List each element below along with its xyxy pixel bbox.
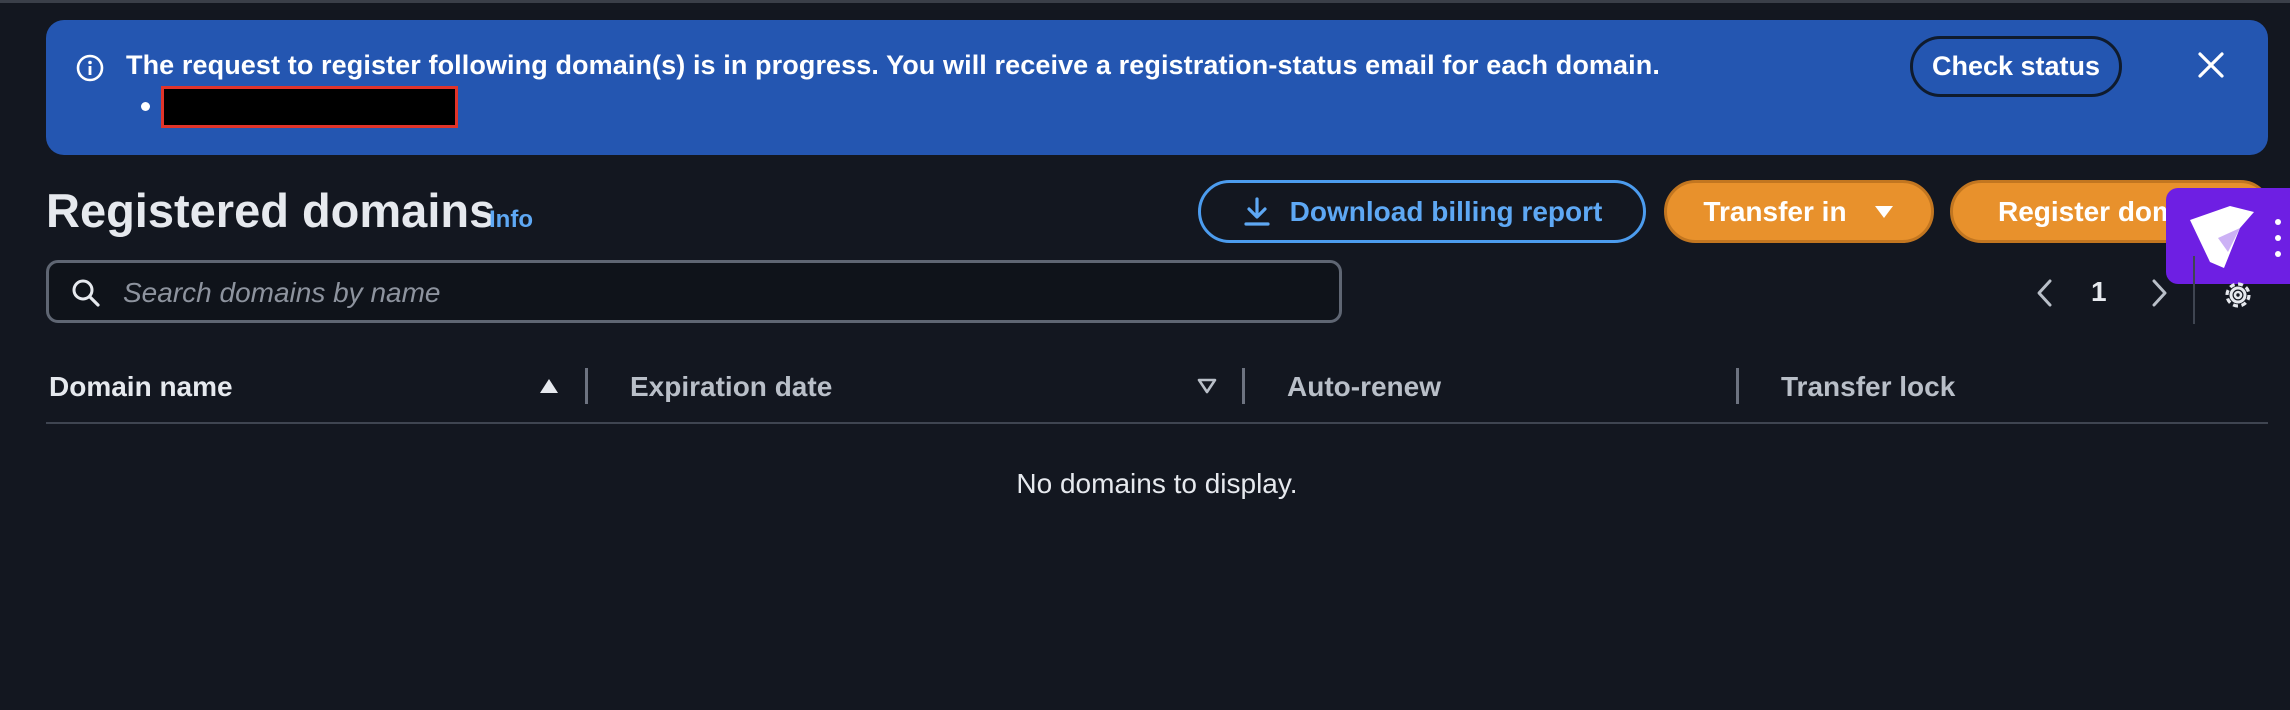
- table-header-divider: [46, 422, 2268, 424]
- redacted-domain: [161, 86, 458, 128]
- search-input[interactable]: [121, 271, 1305, 315]
- download-icon: [1244, 196, 1270, 226]
- sort-descending-icon[interactable]: [1196, 377, 1218, 395]
- registration-progress-flashbar: The request to register following domain…: [46, 20, 2268, 155]
- column-header-auto-renew[interactable]: Auto-renew: [1287, 371, 1441, 403]
- close-icon[interactable]: [2196, 50, 2226, 80]
- column-divider[interactable]: [585, 368, 588, 404]
- page-title: Registered domains: [46, 184, 496, 237]
- column-divider[interactable]: [1242, 368, 1245, 404]
- check-status-button[interactable]: Check status: [1910, 36, 2122, 97]
- download-billing-report-button[interactable]: Download billing report: [1198, 180, 1646, 243]
- previous-page-icon[interactable]: [2034, 278, 2056, 308]
- column-header-expiration-date[interactable]: Expiration date: [630, 371, 832, 403]
- info-link[interactable]: Info: [489, 206, 533, 234]
- column-header-transfer-lock[interactable]: Transfer lock: [1781, 371, 1955, 403]
- empty-table-message: No domains to display.: [1016, 468, 1298, 499]
- list-bullet: [141, 102, 150, 111]
- info-icon: [76, 54, 104, 82]
- download-billing-report-label: Download billing report: [1289, 195, 1603, 227]
- pagination-divider: [2193, 256, 2195, 324]
- caret-down-icon: [1874, 205, 1893, 218]
- transfer-in-label: Transfer in: [1703, 195, 1847, 227]
- column-header-domain-name[interactable]: Domain name: [49, 371, 233, 403]
- top-border: [0, 0, 2290, 3]
- sort-ascending-icon[interactable]: [538, 377, 560, 395]
- search-icon: [72, 279, 100, 307]
- flashbar-message: The request to register following domain…: [126, 50, 1660, 80]
- transfer-in-button[interactable]: Transfer in: [1664, 180, 1934, 243]
- column-divider[interactable]: [1736, 368, 1739, 404]
- search-field[interactable]: [46, 260, 1342, 323]
- current-page-number[interactable]: 1: [2091, 276, 2107, 308]
- shield-logo-icon: [2190, 206, 2254, 268]
- extension-widget[interactable]: [2166, 188, 2290, 284]
- more-options-icon[interactable]: [2274, 218, 2282, 258]
- next-page-icon[interactable]: [2148, 278, 2170, 308]
- gear-icon[interactable]: [2220, 277, 2256, 313]
